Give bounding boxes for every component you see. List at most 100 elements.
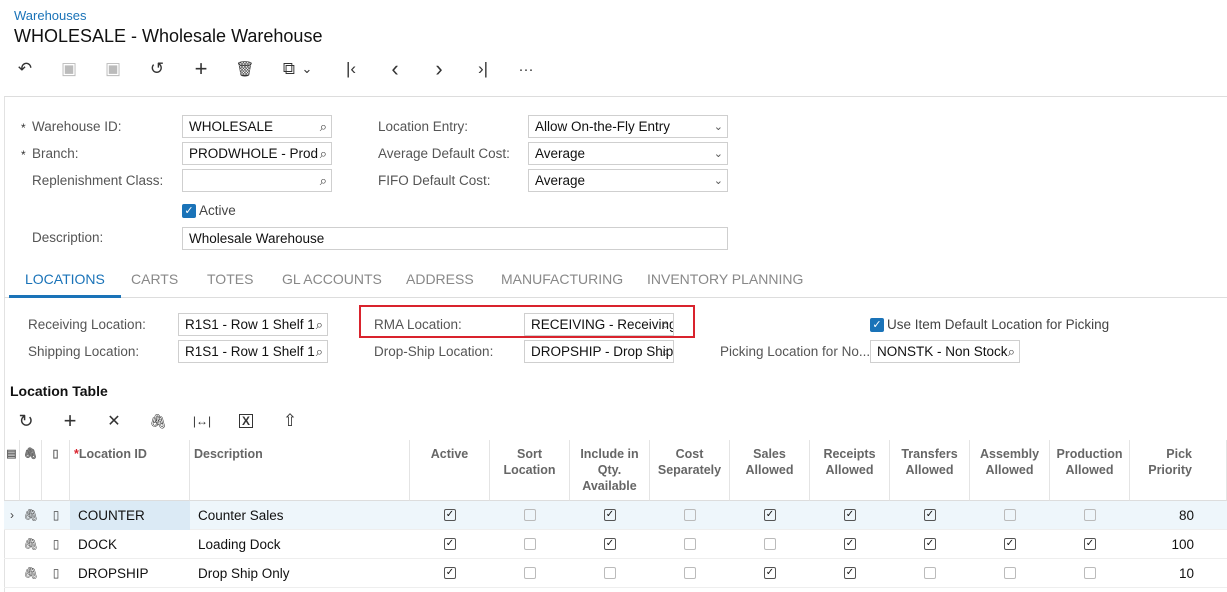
note-icon[interactable]: ▯ [42,501,70,530]
assembly-allowed-checkbox[interactable] [1004,509,1016,521]
attach-icon[interactable]: 🖇 [146,410,170,432]
column-header-transfers-allowed[interactable]: Transfers Allowed [890,440,970,501]
picking-location-nonstock-field[interactable]: NONSTK - Non Stock ⌕ [870,340,1020,363]
assembly-allowed-checkbox[interactable] [1004,567,1016,579]
sort-location-checkbox[interactable] [524,509,536,521]
table-row[interactable]: › 🖇 ▯ COUNTER Counter Sales ✓ ✓ ✓ ✓ ✓ 80 [4,501,1227,530]
description-field[interactable]: Wholesale Warehouse [182,227,728,250]
warehouse-id-field[interactable]: WHOLESALE ⌕ [182,115,332,138]
active-checkbox[interactable]: ✓ [444,538,456,550]
pick-priority-cell[interactable]: 80 [1130,501,1194,530]
column-header-assembly-allowed[interactable]: Assembly Allowed [970,440,1050,501]
active-checkbox[interactable]: ✓ [182,204,196,218]
undo-icon[interactable]: ↺ [144,58,170,80]
description-cell[interactable]: Drop Ship Only [194,559,410,588]
search-icon[interactable]: ⌕ [662,341,669,362]
table-row[interactable]: 🖇 ▯ DROPSHIP Drop Ship Only ✓ ✓ ✓ 10 [4,559,1227,588]
search-icon[interactable]: ⌕ [316,314,323,335]
receipts-allowed-checkbox[interactable]: ✓ [844,509,856,521]
delete-row-icon[interactable]: ✕ [102,410,126,432]
active-checkbox[interactable]: ✓ [444,509,456,521]
back-icon[interactable]: ↶ [12,58,38,80]
column-header-sales-allowed[interactable]: Sales Allowed [730,440,810,501]
tab-locations[interactable]: LOCATIONS [9,264,121,298]
location-entry-select[interactable]: Allow On-the-Fly Entry ⌄ [528,115,728,138]
cost-separately-checkbox[interactable] [684,567,696,579]
attachment-icon[interactable]: 🖇 [20,530,42,559]
production-allowed-checkbox[interactable]: ✓ [1084,538,1096,550]
note-icon[interactable]: ▯ [42,559,70,588]
assembly-allowed-checkbox[interactable]: ✓ [1004,538,1016,550]
search-icon[interactable]: ⌕ [1008,341,1015,362]
previous-icon[interactable]: ‹ [382,56,408,81]
refresh-icon[interactable]: ↻ [14,410,38,432]
sort-location-checkbox[interactable] [524,538,536,550]
search-icon[interactable]: ⌕ [320,170,327,191]
attachment-icon[interactable]: 🖇 [20,559,42,588]
search-icon[interactable]: ⌕ [320,143,327,164]
tab-carts[interactable]: CARTS [131,264,178,298]
column-header-cost-separately[interactable]: Cost Separately [650,440,730,501]
description-cell[interactable]: Loading Dock [194,530,410,559]
transfers-allowed-checkbox[interactable]: ✓ [924,509,936,521]
location-id-cell[interactable]: DROPSHIP [74,559,190,588]
location-id-cell[interactable]: DOCK [74,530,190,559]
search-icon[interactable]: ⌕ [320,116,327,137]
cost-separately-checkbox[interactable] [684,509,696,521]
fifo-default-cost-select[interactable]: Average ⌄ [528,169,728,192]
more-icon[interactable]: ··· [513,58,539,80]
shipping-location-field[interactable]: R1S1 - Row 1 Shelf 1 ⌕ [178,340,328,363]
tab-inventory-planning[interactable]: INVENTORY PLANNING [647,264,803,298]
delete-icon[interactable]: 🗑 [232,58,258,80]
first-record-icon[interactable]: |‹ [338,58,364,80]
production-allowed-checkbox[interactable] [1084,509,1096,521]
pick-priority-cell[interactable]: 100 [1130,530,1194,559]
save-close-icon[interactable]: ▣ [56,58,82,80]
include-qty-checkbox[interactable]: ✓ [604,509,616,521]
column-header-receipts-allowed[interactable]: Receipts Allowed [810,440,890,501]
table-row[interactable]: 🖇 ▯ DOCK Loading Dock ✓ ✓ ✓ ✓ ✓ ✓ 100 [4,530,1227,559]
fit-columns-icon[interactable]: |↔| [190,410,214,432]
location-id-cell[interactable]: COUNTER [70,501,190,530]
column-header-sort-location[interactable]: Sort Location [490,440,570,501]
column-header-production-allowed[interactable]: Production Allowed [1050,440,1130,501]
last-record-icon[interactable]: ›| [470,58,496,80]
next-icon[interactable]: › [426,56,452,81]
column-header-description[interactable]: Description [190,440,410,501]
tab-gl-accounts[interactable]: GL ACCOUNTS [282,264,382,298]
copy-icon[interactable]: ⧉ [276,58,302,80]
use-item-default-location-checkbox[interactable]: ✓ [870,318,884,332]
branch-field[interactable]: PRODWHOLE - Prod ⌕ [182,142,332,165]
tab-manufacturing[interactable]: MANUFACTURING [501,264,623,298]
chevron-down-icon[interactable]: ⌄ [300,58,314,80]
sort-location-checkbox[interactable] [524,567,536,579]
sales-allowed-checkbox[interactable]: ✓ [764,567,776,579]
replenishment-class-field[interactable]: ⌕ [182,169,332,192]
sales-allowed-checkbox[interactable] [764,538,776,550]
pick-priority-cell[interactable]: 10 [1130,559,1194,588]
cost-separately-checkbox[interactable] [684,538,696,550]
add-row-icon[interactable]: + [58,408,82,433]
row-selector-icon[interactable]: › [4,501,20,530]
breadcrumb[interactable]: Warehouses [14,8,87,23]
description-cell[interactable]: Counter Sales [194,501,410,530]
save-icon[interactable]: ▣ [100,58,126,80]
column-header-pick-priority[interactable]: Pick Priority [1130,440,1227,501]
note-icon[interactable]: ▯ [42,530,70,559]
receiving-location-field[interactable]: R1S1 - Row 1 Shelf 1 ⌕ [178,313,328,336]
search-icon[interactable]: ⌕ [316,341,323,362]
tab-address[interactable]: ADDRESS [406,264,474,298]
active-checkbox[interactable]: ✓ [444,567,456,579]
average-default-cost-select[interactable]: Average ⌄ [528,142,728,165]
upload-icon[interactable]: ⇧ [278,410,302,432]
column-selector-icon[interactable]: ▤ [4,440,20,501]
include-qty-checkbox[interactable]: ✓ [604,538,616,550]
receipts-allowed-checkbox[interactable]: ✓ [844,567,856,579]
drop-ship-location-field[interactable]: DROPSHIP - Drop Ship ⌕ [524,340,674,363]
production-allowed-checkbox[interactable] [1084,567,1096,579]
column-header-include-qty[interactable]: Include in Qty. Available [570,440,650,501]
column-header-location-id[interactable]: *Location ID [70,440,190,501]
sales-allowed-checkbox[interactable]: ✓ [764,509,776,521]
export-excel-icon[interactable]: X [234,410,258,432]
include-qty-checkbox[interactable] [604,567,616,579]
